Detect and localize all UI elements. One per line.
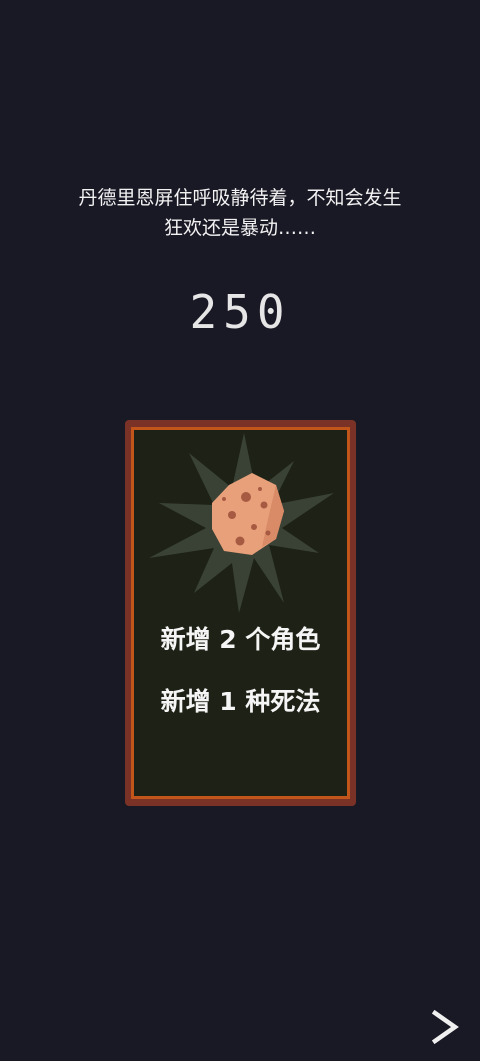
story-text: 丹德里恩屏住呼吸静待着，不知会发生 狂欢还是暴动…… <box>0 183 480 243</box>
score-counter: 250 <box>189 285 291 339</box>
reward-card-panel: 新增 2 个角色 新增 1 种死法 <box>131 427 350 799</box>
meteor-rock-icon <box>149 433 334 613</box>
reward-card: 新增 2 个角色 新增 1 种死法 <box>125 420 356 806</box>
next-button[interactable] <box>424 1005 464 1049</box>
reward-line-deaths: 新增 1 种死法 <box>160 687 321 716</box>
story-line-1: 丹德里恩屏住呼吸静待着，不知会发生 <box>78 187 402 209</box>
chevron-right-icon <box>431 1009 459 1045</box>
reward-line-characters: 新增 2 个角色 <box>160 625 321 654</box>
story-line-2: 狂欢还是暴动…… <box>163 217 316 239</box>
